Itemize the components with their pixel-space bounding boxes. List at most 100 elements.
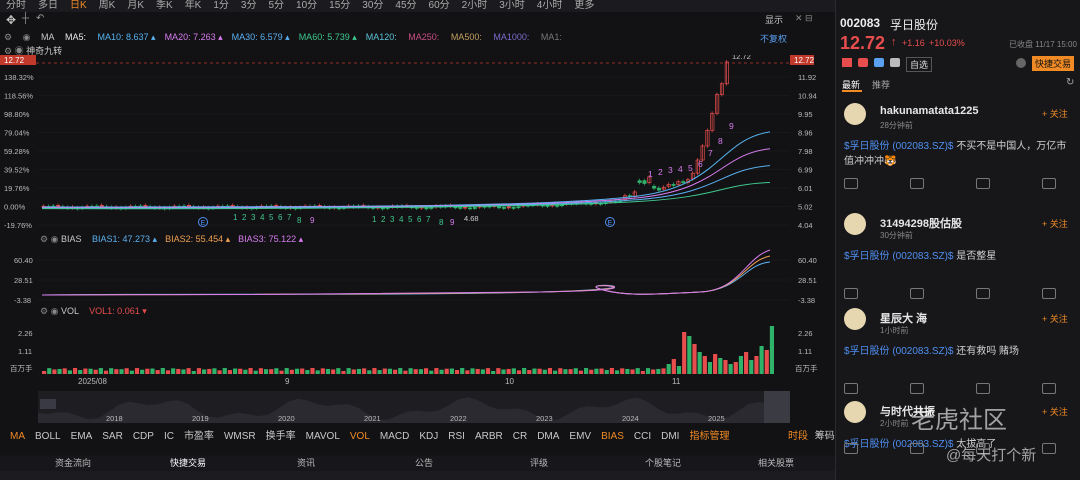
eye-icon[interactable]: ◉ (51, 306, 59, 316)
stock-link[interactable]: $孚日股份 (002083.SZ)$ (844, 141, 954, 152)
dislike-icon[interactable] (910, 443, 924, 454)
range-navigator[interactable]: 2018 2019 2020 2021 2022 2023 2024 2025 (0, 389, 835, 425)
feed-tab-recommended[interactable]: 推荐 (872, 78, 890, 91)
post-username[interactable]: 星辰大 海 (880, 310, 927, 326)
indicator-tab-ARBR[interactable]: ARBR (475, 428, 503, 446)
indicator-tab-CR[interactable]: CR (513, 428, 527, 446)
navigator-handle-left[interactable] (40, 399, 56, 409)
bias-chart[interactable]: 60.40 60.40 28.51 28.51 -3.38 -3.38 (0, 244, 835, 304)
stock-link[interactable]: $孚日股份 (002083.SZ)$ (844, 346, 954, 357)
period-1[interactable]: 多日 (32, 0, 64, 12)
follow-button[interactable]: + 关注 (1042, 217, 1068, 230)
panel-tab-4[interactable]: 评级 (530, 456, 548, 471)
indicator-tab-MAVOL[interactable]: MAVOL (306, 428, 340, 446)
refresh-icon[interactable]: ↻ (1066, 77, 1074, 88)
indicator-tab-换手率[interactable]: 换手率 (266, 428, 296, 446)
undo-icon[interactable]: ↶ (36, 13, 44, 24)
indicator-tab-市盈率[interactable]: 市盈率 (184, 428, 214, 446)
period-0[interactable]: 分时 (0, 0, 32, 12)
panel-tab-5[interactable]: 个股笔记 (645, 456, 681, 471)
indicator-tab-RSI[interactable]: RSI (448, 428, 465, 446)
crosshair-icon[interactable]: ┼ (22, 13, 29, 24)
indicator-tab-DMA[interactable]: DMA (537, 428, 559, 446)
post-username[interactable]: 31494298股估股 (880, 215, 962, 231)
indicator-tab-CDP[interactable]: CDP (133, 428, 154, 446)
display-button[interactable]: 显示 (765, 13, 783, 26)
bell-icon[interactable] (890, 58, 900, 67)
avatar[interactable] (844, 308, 866, 330)
like-icon[interactable] (844, 178, 858, 189)
indicator-tab-BIAS[interactable]: BIAS (601, 428, 624, 446)
chips-button[interactable]: 筹码 (815, 431, 835, 442)
like-icon[interactable] (844, 383, 858, 394)
period-18[interactable]: 更多 (568, 0, 600, 12)
share-icon[interactable] (1042, 178, 1056, 189)
period-10[interactable]: 10分 (290, 0, 323, 12)
dislike-icon[interactable] (910, 288, 924, 299)
period-2[interactable]: 日K (64, 0, 93, 12)
period-14[interactable]: 60分 (423, 0, 456, 12)
indicator-tab-指标管理[interactable]: 指标管理 (689, 428, 729, 446)
dislike-icon[interactable] (910, 178, 924, 189)
period-9[interactable]: 5分 (262, 0, 290, 12)
indicator-tab-CCI[interactable]: CCI (634, 428, 651, 446)
period-17[interactable]: 4小时 (531, 0, 569, 12)
dislike-icon[interactable] (910, 383, 924, 394)
period-11[interactable]: 15分 (323, 0, 356, 12)
like-icon[interactable] (844, 443, 858, 454)
panel-tab-6[interactable]: 相关股票 (758, 456, 794, 471)
follow-button[interactable]: + 关注 (1042, 405, 1068, 418)
indicator-tab-MACD[interactable]: MACD (380, 428, 409, 446)
period-5[interactable]: 季K (150, 0, 179, 12)
period-12[interactable]: 30分 (356, 0, 389, 12)
follow-button[interactable]: + 关注 (1042, 312, 1068, 325)
indicator-tab-KDJ[interactable]: KDJ (419, 428, 438, 446)
volume-chart[interactable]: 2.26 2.26 1.11 1.11 百万手 百万手 (0, 318, 835, 376)
share-icon[interactable] (1042, 443, 1056, 454)
share-icon[interactable] (1042, 383, 1056, 394)
settings-gear-icon[interactable]: ⚙ (40, 234, 48, 244)
comment-icon[interactable] (976, 178, 990, 189)
period-6[interactable]: 年K (179, 0, 208, 12)
indicator-tab-WMSR[interactable]: WMSR (224, 428, 256, 446)
post-username[interactable]: hakunamatata1225 (880, 105, 978, 117)
window-icons[interactable]: ✕ ⊟ (795, 13, 813, 24)
lock-icon[interactable] (1016, 58, 1026, 68)
comment-icon[interactable] (976, 383, 990, 394)
period-8[interactable]: 3分 (235, 0, 263, 12)
indicator-tab-EMV[interactable]: EMV (569, 428, 591, 446)
indicator-tab-BOLL[interactable]: BOLL (35, 428, 61, 446)
avatar[interactable] (844, 103, 866, 125)
session-button[interactable]: 时段 (788, 431, 808, 442)
follow-button[interactable]: + 关注 (1042, 107, 1068, 120)
share-icon[interactable] (1042, 288, 1056, 299)
indicator-tab-MA[interactable]: MA (10, 428, 25, 446)
panel-tab-2[interactable]: 资讯 (297, 456, 315, 471)
indicator-tab-SAR[interactable]: SAR (102, 428, 123, 446)
navigator-window[interactable] (764, 391, 790, 423)
comment-icon[interactable] (976, 288, 990, 299)
eye-icon[interactable]: ◉ (51, 234, 59, 244)
move-icon[interactable]: ✥ (6, 13, 16, 27)
indicator-tab-DMI[interactable]: DMI (661, 428, 679, 446)
panel-tab-0[interactable]: 资金流向 (55, 456, 91, 471)
period-4[interactable]: 月K (121, 0, 150, 12)
like-icon[interactable] (844, 288, 858, 299)
panel-tab-3[interactable]: 公告 (415, 456, 433, 471)
settings-gear-icon[interactable]: ⚙ (4, 32, 12, 42)
adjust-mode[interactable]: 不复权 (760, 32, 787, 45)
price-chart[interactable]: 12.72 12.72 138.32% 11.92 118.56% 10.94 98.80%… (0, 55, 835, 230)
period-3[interactable]: 周K (93, 0, 122, 12)
period-13[interactable]: 45分 (389, 0, 422, 12)
period-7[interactable]: 1分 (207, 0, 235, 12)
period-16[interactable]: 3小时 (493, 0, 531, 12)
eye-icon[interactable]: ◉ (23, 32, 31, 42)
indicator-tab-EMA[interactable]: EMA (71, 428, 93, 446)
indicator-tab-IC[interactable]: IC (164, 428, 174, 446)
chart-area[interactable]: 分时 多日 日K 周K 月K 季K 年K 1分 3分 5分 10分 15分 30分 45分 60分 2小时 3小… (0, 0, 835, 455)
watchlist-button[interactable]: 自选 (906, 57, 933, 72)
period-15[interactable]: 2小时 (456, 0, 494, 12)
stock-link[interactable]: $孚日股份 (002083.SZ)$ (844, 251, 954, 262)
indicator-tab-VOL[interactable]: VOL (350, 428, 370, 446)
quick-trade-button[interactable]: 快捷交易 (1032, 56, 1075, 71)
